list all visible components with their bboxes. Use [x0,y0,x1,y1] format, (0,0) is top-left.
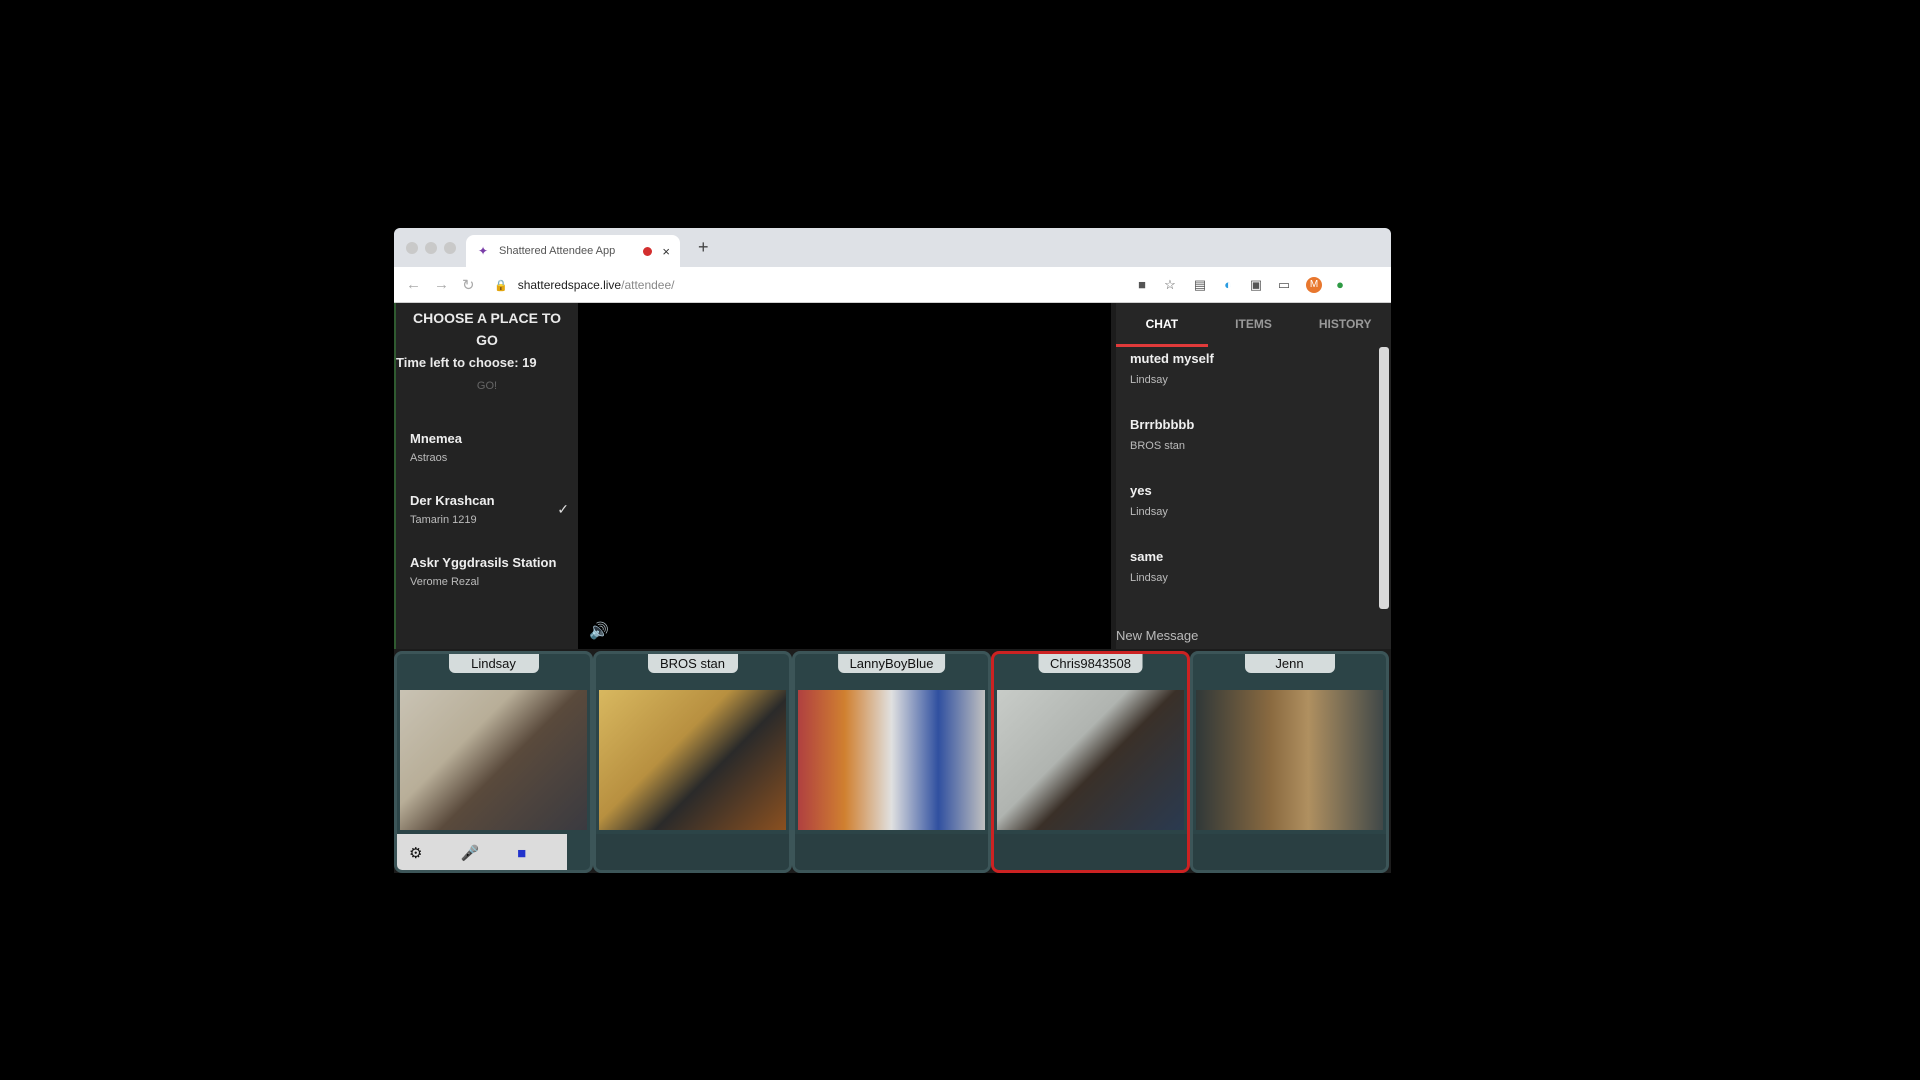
url-host: shatteredspace.live [517,278,622,292]
camera-permission-icon[interactable]: ■ [1134,277,1150,293]
bookmark-star-icon[interactable]: ☆ [1162,277,1178,293]
extension-icon[interactable]: ◐ [1220,277,1236,293]
participant-tile[interactable]: BROS stan [593,651,792,873]
tab-items[interactable]: ITEMS [1208,303,1300,347]
go-button[interactable]: GO! [396,380,578,392]
address-bar: ← → ↻ 🔒 shatteredspace.live/attendee/ ■ … [394,267,1391,303]
place-host: Verome Rezal [410,576,480,588]
extension-icon[interactable]: ▭ [1276,277,1292,293]
checkmark-icon: ✓ [557,501,569,517]
new-tab-button[interactable]: + [698,237,709,258]
participant-video [400,690,587,830]
participant-video [599,690,786,830]
tab-title: Shattered Attendee App [499,245,616,257]
chat-message-author: Lindsay [1130,374,1168,386]
participant-video [798,690,985,830]
microphone-muted-icon[interactable]: 🎤 [460,844,479,862]
tile-footer [994,834,1187,870]
site-favicon-icon: ✦ [477,244,489,258]
gear-icon[interactable]: ⚙ [409,844,422,862]
browser-tab[interactable]: ✦ Shattered Attendee App × [466,235,680,267]
browser-window: ✦ Shattered Attendee App × + ← → ↻ 🔒 sha… [394,228,1391,873]
extension-icon[interactable]: ▤ [1192,277,1208,293]
recording-indicator-icon [643,246,653,256]
place-name: Der Krashcan [410,493,495,508]
destination-panel: CHOOSE A PLACE TO GO Time left to choose… [394,303,578,649]
tile-footer [795,834,988,870]
chat-message: Brrrbbbbb BROS stan [1130,417,1194,452]
participant-tile[interactable]: Lindsay ⚙ 🎤 ■ [394,651,593,873]
participant-video [1196,690,1383,830]
back-icon[interactable]: ← [406,276,421,293]
chat-message-text: same [1130,549,1164,564]
chat-message-author: Lindsay [1130,506,1168,518]
url-path: /attendee/ [621,278,675,292]
extension-icon[interactable]: ▣ [1248,277,1264,293]
tile-footer [596,834,789,870]
chat-tabs: CHAT ITEMS HISTORY [1116,303,1391,347]
chat-panel: CHAT ITEMS HISTORY muted myself Lindsay … [1116,303,1391,649]
participant-video [997,690,1184,830]
place-name: Askr Yggdrasils Station [410,555,557,570]
camera-icon[interactable]: ■ [517,845,526,862]
maximize-window-button[interactable] [444,242,456,254]
forward-icon[interactable]: → [434,276,449,293]
participant-name: Jenn [1244,654,1335,673]
url-field[interactable]: 🔒 shatteredspace.live/attendee/ [494,273,1054,297]
tab-bar: ✦ Shattered Attendee App × + [394,228,1391,267]
chat-message-author: BROS stan [1130,440,1186,452]
chat-message: yes Lindsay [1130,483,1168,518]
new-message-input[interactable]: New Message [1116,628,1198,643]
participant-tile[interactable]: Chris9843508 [991,651,1190,873]
lock-icon: 🔒 [494,279,508,292]
participant-name: LannyBoyBlue [837,654,946,673]
participant-tile[interactable]: LannyBoyBlue [792,651,991,873]
participant-tile[interactable]: Jenn [1190,651,1389,873]
participant-tiles: Lindsay ⚙ 🎤 ■ BROS stan LannyBoyBlue Chr [394,651,1391,873]
chat-message-author: Lindsay [1130,572,1168,584]
place-host: Tamarin 1219 [410,514,477,526]
participant-name: Lindsay [448,654,539,673]
tile-footer [1193,834,1386,870]
destination-panel-title: CHOOSE A PLACE TO GO [412,310,562,348]
attendee-app: CHOOSE A PLACE TO GO Time left to choose… [394,303,1391,873]
chat-message-text: Brrrbbbbb [1130,417,1195,432]
chat-message: muted myself Lindsay [1130,351,1214,386]
speaker-icon[interactable]: 🔊 [589,621,609,641]
place-host: Astraos [410,452,448,464]
participant-name: BROS stan [647,654,738,673]
participant-name: Chris9843508 [1038,654,1143,673]
minimize-window-button[interactable] [425,242,437,254]
chat-message-text: yes [1130,483,1152,498]
extension-icon[interactable]: ● [1332,277,1348,293]
tab-history[interactable]: HISTORY [1299,303,1391,347]
place-option[interactable]: Der Krashcan Tamarin 1219 ✓ [410,493,575,526]
chat-scrollbar[interactable] [1379,347,1389,609]
place-name: Mnemea [410,431,463,446]
chat-message-text: muted myself [1130,351,1214,366]
reload-icon[interactable]: ↻ [462,276,475,294]
chat-message: same Lindsay [1130,549,1168,584]
profile-avatar[interactable]: M [1306,277,1322,293]
choose-timer: Time left to choose: 19 [396,355,537,370]
tab-chat[interactable]: CHAT [1116,303,1208,347]
close-tab-icon[interactable]: × [662,244,670,259]
place-option[interactable]: Mnemea Astraos [410,431,575,464]
self-controls: ⚙ 🎤 ■ [397,834,567,870]
close-window-button[interactable] [406,242,418,254]
place-option[interactable]: Askr Yggdrasils Station Verome Rezal [410,555,575,588]
main-stage: 🔊 [578,303,1111,649]
